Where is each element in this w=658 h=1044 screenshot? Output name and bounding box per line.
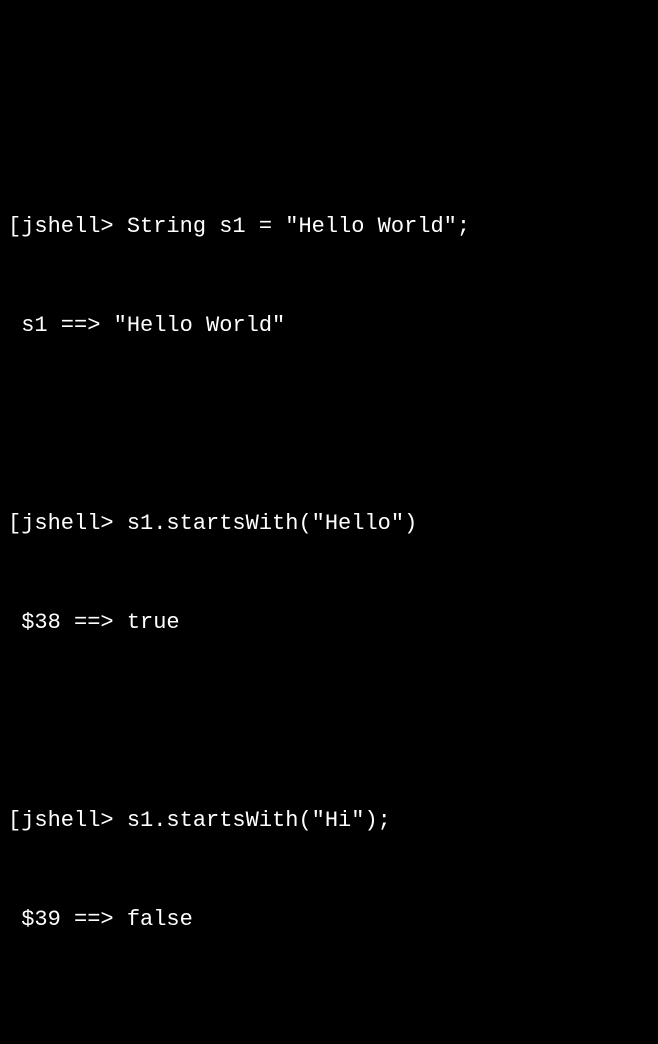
terminal-line: $39 ==> false — [8, 903, 650, 936]
terminal-line — [8, 1002, 650, 1035]
terminal-line: [jshell> s1.startsWith("Hi"); — [8, 804, 650, 837]
terminal-output[interactable]: [jshell> String s1 = "Hello World"; s1 =… — [8, 144, 650, 1044]
terminal-line: $38 ==> true — [8, 606, 650, 639]
terminal-line: s1 ==> "Hello World" — [8, 309, 650, 342]
terminal-line — [8, 705, 650, 738]
terminal-line — [8, 408, 650, 441]
terminal-line: [jshell> s1.startsWith("Hello") — [8, 507, 650, 540]
terminal-line: [jshell> String s1 = "Hello World"; — [8, 210, 650, 243]
